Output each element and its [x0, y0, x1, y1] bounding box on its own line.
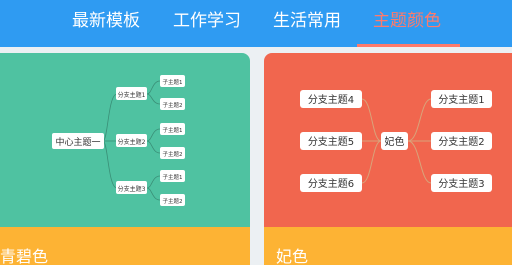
branch-label: 分支主题2: [118, 138, 146, 146]
subtopic-label: 子主题2: [163, 150, 183, 158]
branch-label: 分支主题6: [308, 178, 354, 190]
tab-latest-templates[interactable]: 最新模板: [72, 6, 140, 31]
subtopic-label: 子主题1: [163, 173, 183, 181]
mindmap-preview-red: 分支主题4 分支主题5 分支主题6 妃色 分支主题1 分支主题2 分支主题3: [300, 90, 492, 192]
theme-name-label: 青碧色: [0, 247, 49, 265]
top-tab-bar: 最新模板 工作学习 生活常用 主题颜色: [0, 0, 512, 47]
theme-card-red[interactable]: 分支主题4 分支主题5 分支主题6 妃色 分支主题1 分支主题2 分支主题3 妃…: [264, 53, 512, 265]
center-node-label: 妃色: [385, 135, 405, 148]
theme-card-teal[interactable]: 中心主题一 分支主题1 分支主题2 分支主题3 子主题1 子主题2 子主题1 子…: [0, 53, 250, 265]
branch-label: 分支主题5: [308, 136, 354, 148]
branch-label: 分支主题2: [438, 136, 484, 148]
branch-label: 分支主题1: [118, 91, 146, 99]
theme-name-label: 妃色: [276, 247, 309, 265]
subtopic-label: 子主题1: [163, 78, 183, 86]
subtopic-label: 子主题2: [163, 197, 183, 205]
tab-daily-life[interactable]: 生活常用: [273, 6, 341, 31]
active-tab-indicator: [357, 44, 460, 47]
branch-label: 分支主题4: [308, 94, 354, 106]
mindmap-preview-teal: 中心主题一 分支主题1 分支主题2 分支主题3 子主题1 子主题2 子主题1 子…: [52, 75, 185, 206]
branch-label: 分支主题3: [438, 178, 484, 190]
subtopic-label: 子主题1: [163, 126, 183, 134]
center-node-label: 中心主题一: [55, 136, 100, 148]
branch-label: 分支主题3: [118, 185, 146, 193]
tab-work-study[interactable]: 工作学习: [173, 6, 241, 31]
branch-label: 分支主题1: [438, 94, 484, 106]
tab-theme-colors[interactable]: 主题颜色: [373, 6, 441, 31]
subtopic-label: 子主题2: [163, 101, 183, 109]
